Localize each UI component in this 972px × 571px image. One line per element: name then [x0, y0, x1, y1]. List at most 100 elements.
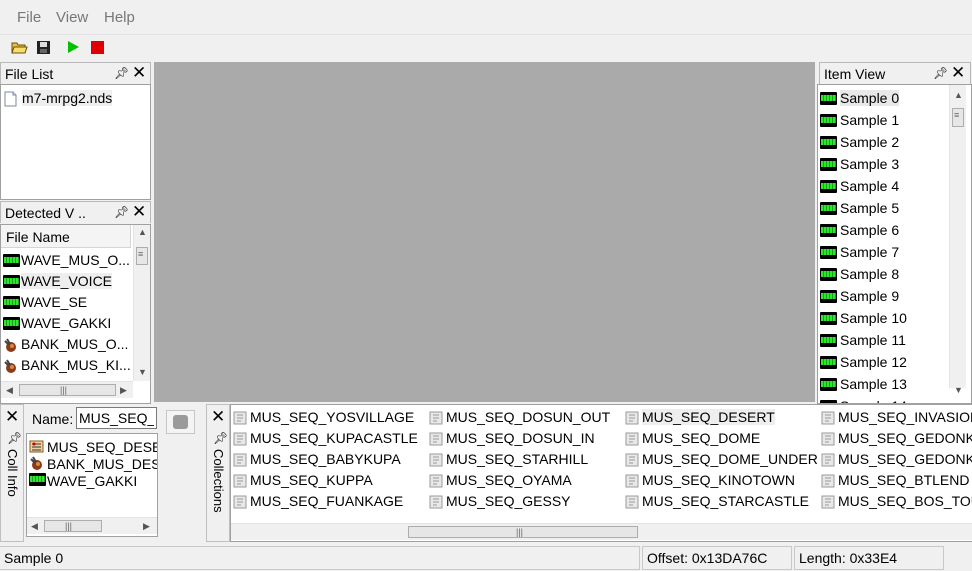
pin-icon[interactable]: 📌︎ [114, 205, 129, 219]
collection-icon [233, 432, 247, 446]
close-icon[interactable]: ✕ [132, 203, 146, 221]
collection-label: MUS_SEQ_INVASION [838, 409, 972, 425]
horizontal-scrollbar[interactable]: ||| [231, 523, 972, 540]
sample-item[interactable]: Sample 13 [818, 374, 948, 395]
detected-item[interactable]: BANK_MUS_O... [1, 334, 129, 355]
close-icon[interactable]: ✕ [5, 408, 19, 426]
sample-item[interactable]: Sample 11 [818, 330, 948, 351]
stop-icon[interactable] [88, 38, 106, 56]
item-label: Sample 13 [840, 376, 907, 392]
sample-item[interactable]: Sample 4 [818, 176, 948, 197]
collection-icon [821, 411, 835, 425]
open-folder-icon[interactable] [10, 38, 28, 56]
collection-icon [821, 432, 835, 446]
wave-icon [3, 275, 20, 288]
sample-item[interactable]: Sample 0 [818, 88, 948, 109]
item-label: Sample 8 [840, 266, 900, 282]
scroll-thumb[interactable]: ≡ [952, 108, 964, 127]
column-header-file-name[interactable]: File Name [1, 225, 131, 248]
pin-icon[interactable]: 📌︎ [213, 431, 228, 445]
collections-tab[interactable]: ✕ 📌︎ Collections [206, 404, 230, 542]
vertical-scrollbar[interactable]: ▲ ≡ ▼ [949, 85, 966, 395]
horizontal-scrollbar[interactable]: ◀ ||| ▶ [27, 517, 157, 534]
wave-icon [29, 473, 46, 486]
collection-icon [429, 474, 443, 488]
scroll-thumb[interactable]: ≡ [136, 247, 148, 265]
wave-icon [3, 296, 20, 309]
detected-item[interactable]: WAVE_GAKKI [1, 313, 129, 334]
sample-item[interactable]: Sample 9 [818, 286, 948, 307]
play-icon[interactable] [64, 38, 82, 56]
vertical-scrollbar[interactable]: ▲ ≡ ▼ [133, 225, 150, 381]
name-field[interactable] [76, 407, 157, 429]
sample-item[interactable]: Sample 8 [818, 264, 948, 285]
sample-item[interactable]: Sample 3 [818, 154, 948, 175]
scroll-right-icon[interactable]: ▶ [143, 521, 150, 532]
pin-icon[interactable]: 📌︎ [7, 431, 22, 445]
collection-label: MUS_SEQ_GEDONKO [838, 430, 972, 446]
wave-icon [3, 317, 20, 330]
horizontal-scrollbar[interactable]: ◀ ||| ▶ [1, 381, 133, 398]
detected-item[interactable]: WAVE_SE [1, 292, 129, 313]
sample-item[interactable]: Sample 6 [818, 220, 948, 241]
collections-label: Collections [211, 449, 226, 513]
item-label: BANK_MUS_O... [21, 336, 129, 352]
wave-icon [820, 378, 837, 391]
scroll-thumb[interactable]: ||| [19, 384, 116, 396]
coll-info-item[interactable]: WAVE_GAKKI [27, 471, 157, 492]
detected-item[interactable]: WAVE_VOICE [1, 271, 129, 292]
file-list-title: File List [5, 66, 54, 82]
detected-item[interactable]: WAVE_MUS_O... [1, 250, 130, 271]
scroll-thumb[interactable]: ||| [408, 526, 638, 538]
detected-item[interactable]: BANK_MUS_KI... [1, 355, 131, 376]
wave-icon [3, 254, 20, 267]
menu-view[interactable]: View [56, 9, 88, 26]
item-label: Sample 3 [840, 156, 900, 172]
sample-item[interactable]: Sample 12 [818, 352, 948, 373]
menu-help[interactable]: Help [104, 9, 135, 26]
wave-icon [820, 158, 837, 171]
wave-icon [820, 334, 837, 347]
menu-file[interactable]: File [17, 9, 41, 26]
pin-icon[interactable]: 📌︎ [933, 66, 948, 80]
item-label: BANK_MUS_KI... [21, 357, 131, 373]
collection-icon [821, 474, 835, 488]
scroll-up-icon[interactable]: ▲ [138, 227, 147, 237]
scroll-right-icon[interactable]: ▶ [120, 385, 127, 396]
sample-item[interactable]: Sample 7 [818, 242, 948, 263]
wave-icon [820, 136, 837, 149]
close-icon[interactable]: ✕ [211, 408, 225, 426]
scroll-left-icon[interactable]: ◀ [6, 385, 13, 396]
close-icon[interactable]: ✕ [132, 64, 146, 82]
close-icon[interactable]: ✕ [951, 64, 965, 82]
item-label: Sample 10 [840, 310, 907, 326]
pin-icon[interactable]: 📌︎ [114, 66, 129, 80]
sample-item[interactable]: Sample 2 [818, 132, 948, 153]
coll-info-tab[interactable]: ✕ 📌︎ Coll Info [0, 404, 24, 542]
item-view-titlebar: Item View 📌︎ ✕ [819, 62, 971, 84]
item-label: Sample 11 [840, 332, 906, 348]
file-list-titlebar: File List 📌︎ ✕ [0, 62, 151, 84]
scroll-thumb[interactable]: ||| [44, 520, 102, 532]
sample-item[interactable]: Sample 14 [818, 396, 948, 403]
collection-icon [429, 495, 443, 509]
wave-icon [820, 268, 837, 281]
sample-item[interactable]: Sample 1 [818, 110, 948, 131]
file-name: m7-mrpg2.nds [22, 90, 113, 106]
collection-icon [625, 495, 639, 509]
list-item[interactable]: m7-mrpg2.nds [1, 89, 150, 110]
scroll-down-icon[interactable]: ▼ [138, 367, 147, 377]
item-label: WAVE_MUS_O... [21, 252, 130, 268]
scroll-left-icon[interactable]: ◀ [31, 521, 38, 532]
detected-title: Detected V .. [5, 205, 86, 221]
record-button[interactable] [166, 410, 195, 434]
collection-icon [233, 453, 247, 467]
save-disk-icon[interactable] [34, 38, 52, 56]
coll-info-label: Coll Info [5, 449, 20, 497]
scroll-down-icon[interactable]: ▼ [954, 385, 963, 395]
status-length: Length: 0x33E4 [794, 546, 944, 570]
sample-item[interactable]: Sample 10 [818, 308, 948, 329]
sample-item[interactable]: Sample 5 [818, 198, 948, 219]
item-label: MUS_SEQ_DESERT [47, 439, 157, 455]
scroll-up-icon[interactable]: ▲ [954, 90, 963, 100]
